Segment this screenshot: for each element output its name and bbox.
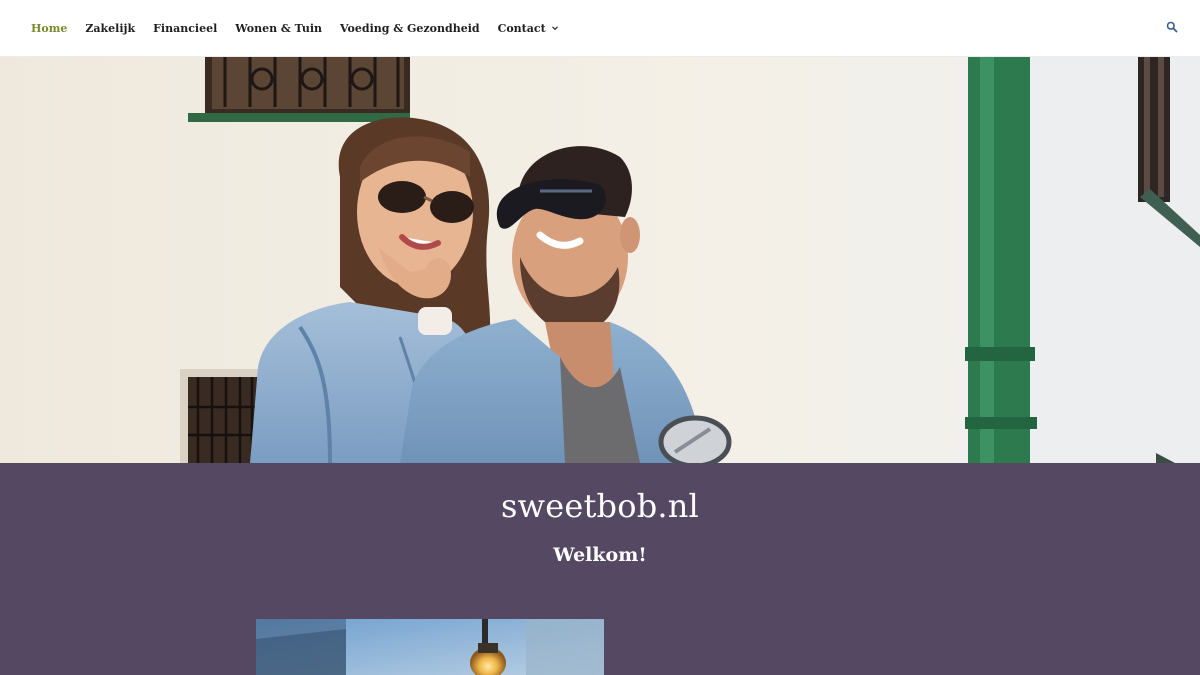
nav-item-wonen-tuin[interactable]: Wonen & Tuin — [235, 22, 322, 35]
nav-item-label: Financieel — [153, 21, 218, 35]
nav-item-label: Zakelijk — [85, 21, 136, 35]
nav-item-contact[interactable]: Contact — [498, 22, 558, 35]
hero-image — [0, 57, 1200, 463]
nav-item-label: Wonen & Tuin — [235, 21, 323, 35]
nav-item-label: Voeding & Gezondheid — [340, 21, 480, 35]
main-navigation: Home Zakelijk Financieel Wonen & Tuin Vo… — [31, 22, 576, 35]
nav-item-label: Home — [31, 21, 68, 35]
site-header: Home Zakelijk Financieel Wonen & Tuin Vo… — [0, 0, 1200, 57]
nav-item-zakelijk[interactable]: Zakelijk — [85, 22, 135, 35]
site-tagline: Welkom! — [553, 544, 647, 566]
chevron-down-icon — [551, 26, 558, 31]
site-title[interactable]: sweetbob.nl — [0, 487, 1200, 525]
lightbulb-photo — [256, 619, 604, 675]
post-thumbnail[interactable] — [256, 619, 604, 675]
nav-item-voeding-gezondheid[interactable]: Voeding & Gezondheid — [340, 22, 480, 35]
couple-with-sunglasses-photo — [0, 57, 1200, 463]
nav-item-financieel[interactable]: Financieel — [153, 22, 217, 35]
nav-item-label: Contact — [497, 21, 546, 35]
nav-item-home[interactable]: Home — [31, 22, 67, 35]
search-icon[interactable] — [1166, 21, 1178, 33]
